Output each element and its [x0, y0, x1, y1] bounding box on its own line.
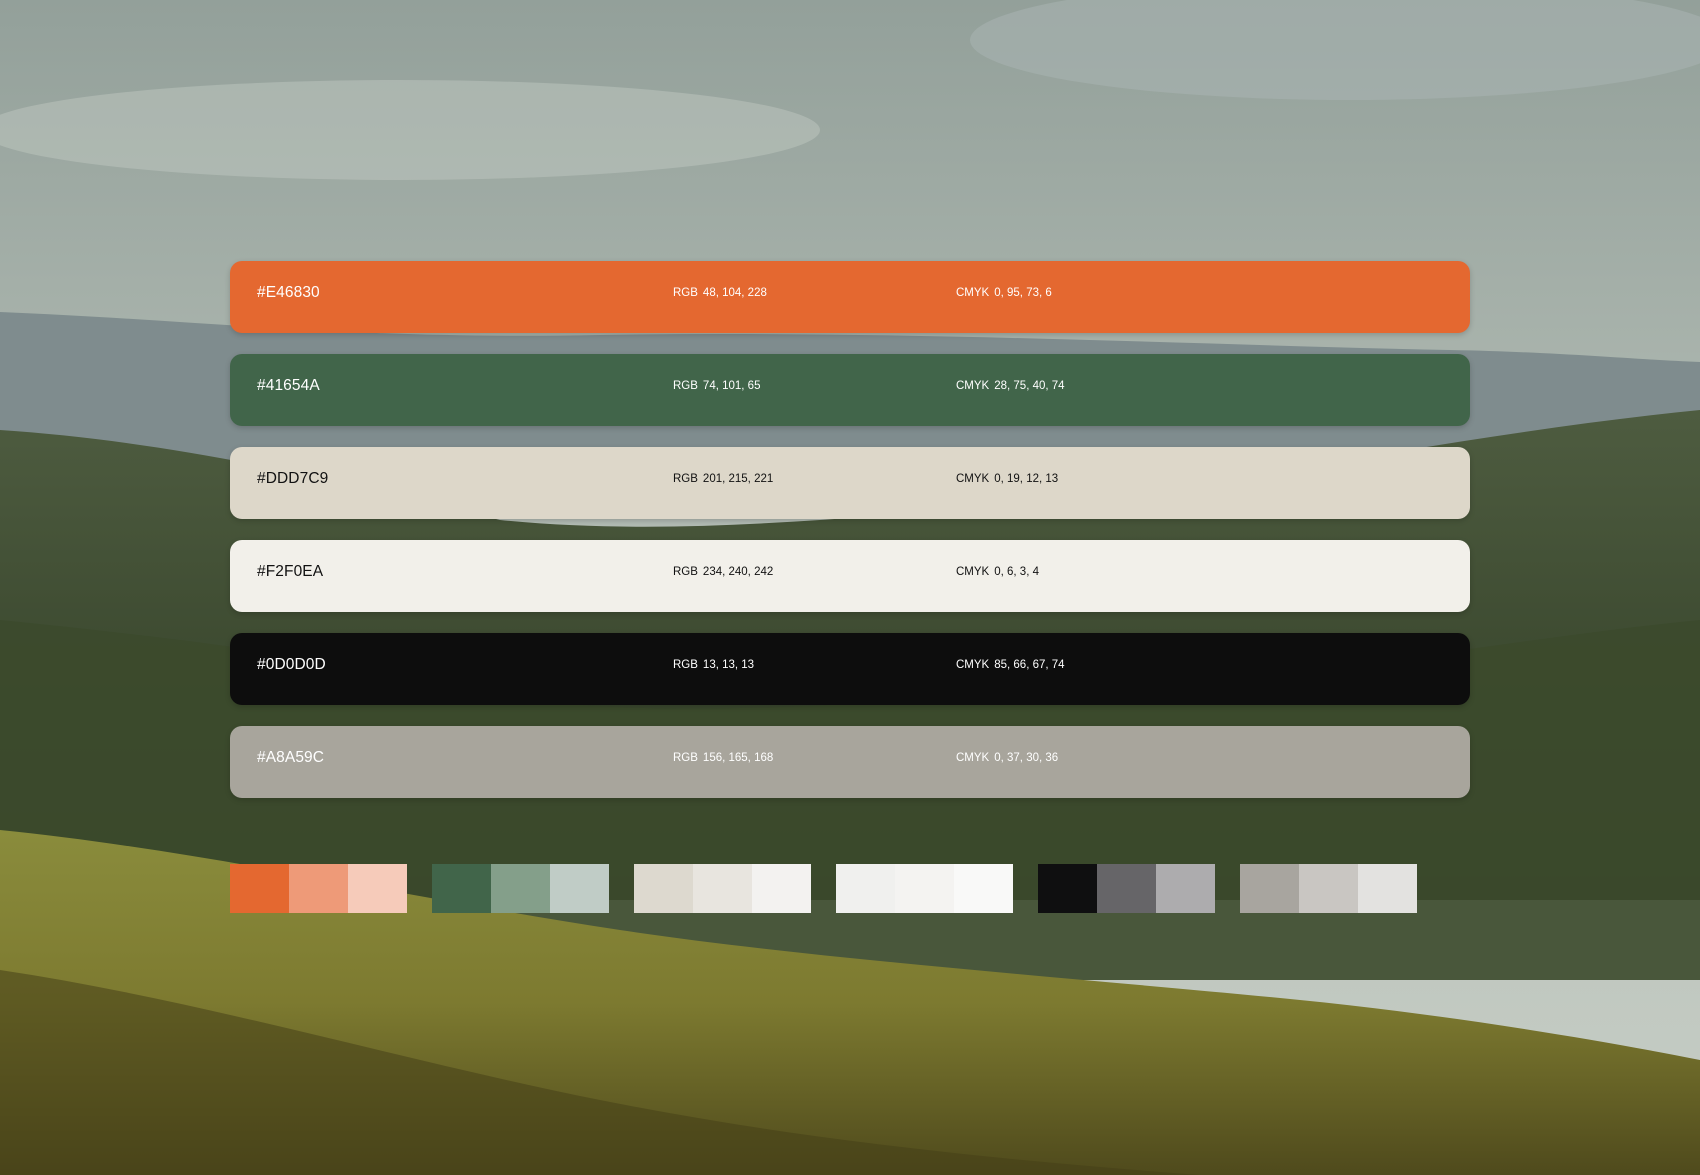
swatch-chip[interactable] [954, 864, 1013, 913]
swatch-chip[interactable] [432, 864, 491, 913]
swatch-chip[interactable] [634, 864, 693, 913]
tint-group-green [432, 864, 609, 913]
tint-group-gray [1240, 864, 1417, 913]
color-bar-gray[interactable]: #A8A59C RGB 156, 165, 168 CMYK 0, 37, 30, … [230, 726, 1470, 798]
rgb-value: RGB 48, 104, 228 [673, 287, 767, 299]
swatch-chip[interactable] [752, 864, 811, 913]
swatch-chip[interactable] [348, 864, 407, 913]
cmyk-value: CMYK 0, 6, 3, 4 [956, 566, 1039, 578]
hex-code: #E46830 [257, 284, 320, 301]
swatch-chip[interactable] [1240, 864, 1299, 913]
hex-code: #DDD7C9 [257, 470, 329, 487]
rgb-value: RGB 74, 101, 65 [673, 380, 761, 392]
rgb-value: RGB 201, 215, 221 [673, 473, 774, 485]
tint-group-orange [230, 864, 407, 913]
color-bar-orange[interactable]: #E46830 RGB 48, 104, 228 CMYK 0, 95, 73, 6 [230, 261, 1470, 333]
color-bar-black[interactable]: #0D0D0D RGB 13, 13, 13 CMYK 85, 66, 67, 74 [230, 633, 1470, 705]
rgb-value: RGB 156, 165, 168 [673, 752, 774, 764]
color-bar-off-white[interactable]: #F2F0EA RGB 234, 240, 242 CMYK 0, 6, 3, 4 [230, 540, 1470, 612]
swatch-chip[interactable] [1358, 864, 1417, 913]
color-bar-green[interactable]: #41654A RGB 74, 101, 65 CMYK 28, 75, 40, 7… [230, 354, 1470, 426]
color-bar-beige[interactable]: #DDD7C9 RGB 201, 215, 221 CMYK 0, 19, 12, … [230, 447, 1470, 519]
hex-code: #A8A59C [257, 749, 325, 766]
cmyk-value: CMYK 0, 37, 30, 36 [956, 752, 1059, 764]
swatch-chip[interactable] [550, 864, 609, 913]
rgb-value: RGB 13, 13, 13 [673, 659, 755, 671]
swatch-chip[interactable] [289, 864, 348, 913]
cmyk-value: CMYK 0, 19, 12, 13 [956, 473, 1059, 485]
tint-group-black [1038, 864, 1215, 913]
rgb-value: RGB 234, 240, 242 [673, 566, 774, 578]
swatch-chip[interactable] [1038, 864, 1097, 913]
cmyk-value: CMYK 0, 95, 73, 6 [956, 287, 1052, 299]
swatch-chip[interactable] [895, 864, 954, 913]
color-palette-list: #E46830 RGB 48, 104, 228 CMYK 0, 95, 73, 6… [230, 261, 1470, 819]
tint-group-off-white [836, 864, 1013, 913]
cmyk-value: CMYK 28, 75, 40, 74 [956, 380, 1065, 392]
tint-group-beige [634, 864, 811, 913]
hex-code: #41654A [257, 377, 320, 394]
swatch-chip[interactable] [1156, 864, 1215, 913]
swatch-chip[interactable] [230, 864, 289, 913]
hex-code: #0D0D0D [257, 656, 326, 673]
tint-swatch-row [230, 864, 1417, 913]
swatch-chip[interactable] [1299, 864, 1358, 913]
cmyk-value: CMYK 85, 66, 67, 74 [956, 659, 1065, 671]
hex-code: #F2F0EA [257, 563, 324, 580]
swatch-chip[interactable] [693, 864, 752, 913]
swatch-chip[interactable] [491, 864, 550, 913]
swatch-chip[interactable] [836, 864, 895, 913]
swatch-chip[interactable] [1097, 864, 1156, 913]
